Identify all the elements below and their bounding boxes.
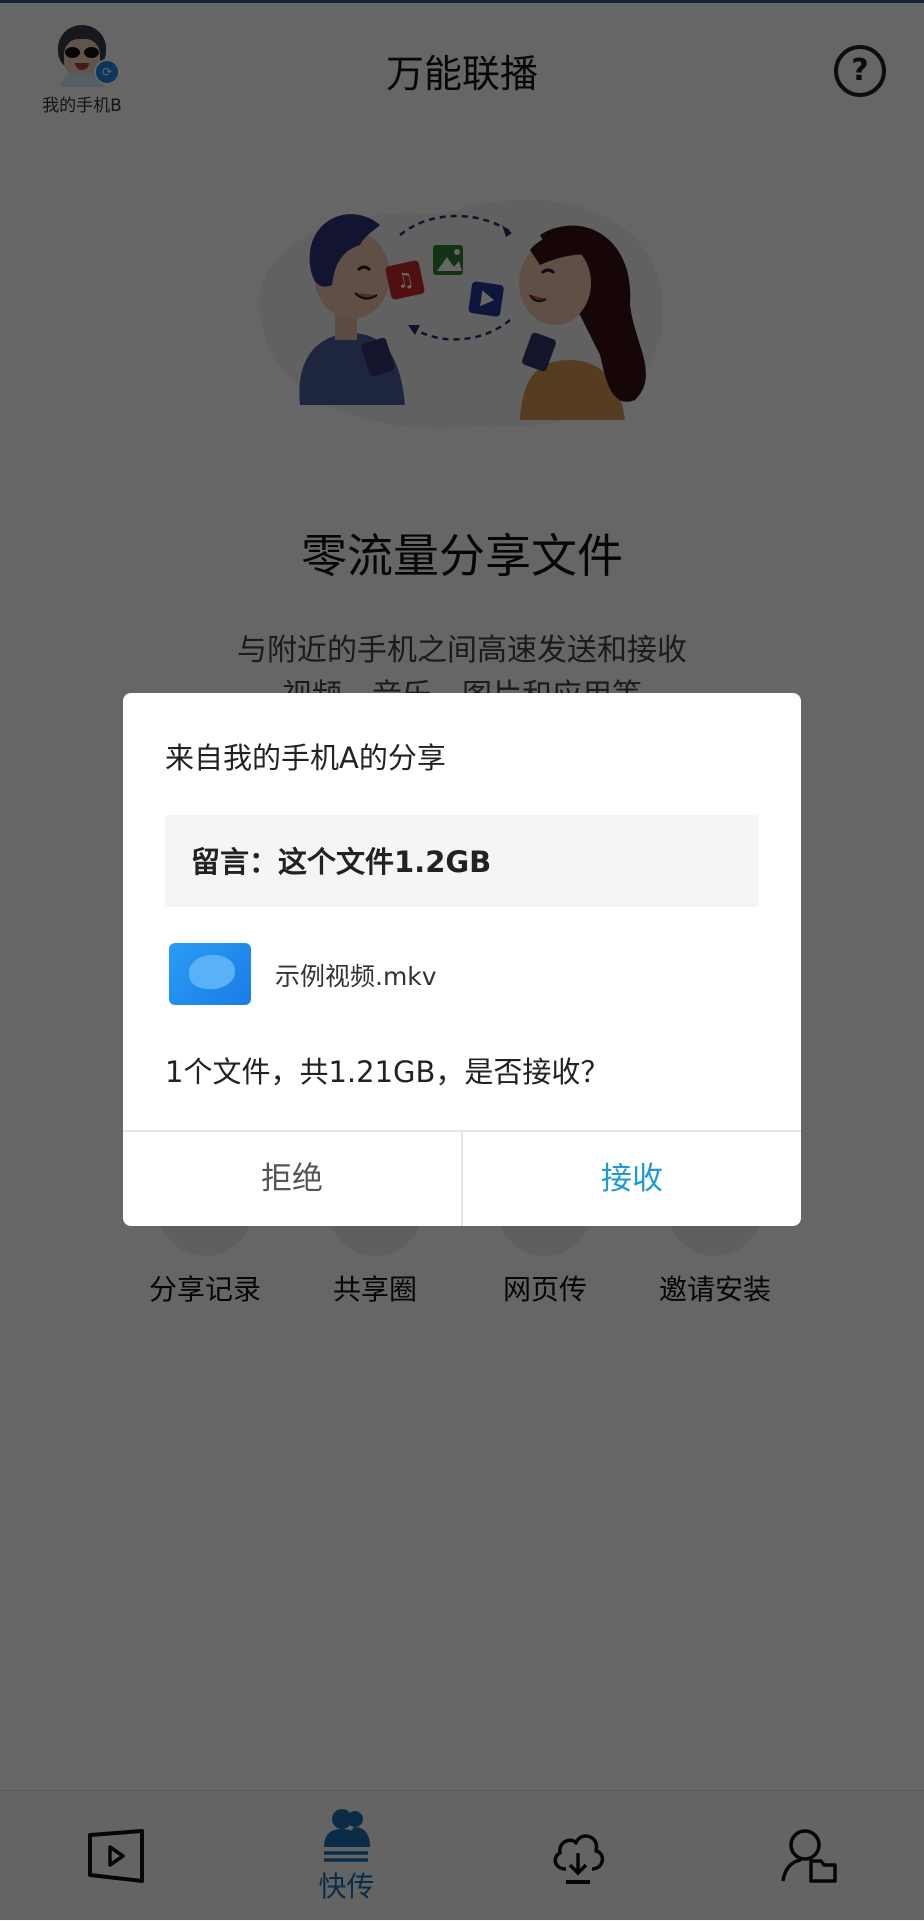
reject-button[interactable]: 拒绝 — [123, 1132, 463, 1226]
receive-question: 1个文件，共1.21GB，是否接收？ — [165, 1055, 610, 1089]
accept-button[interactable]: 接收 — [463, 1132, 801, 1226]
dialog-title: 来自我的手机A的分享 — [165, 741, 446, 775]
sender-message-box: 留言：这个文件1.2GB — [165, 815, 759, 907]
receive-file-dialog: 来自我的手机A的分享 留言：这个文件1.2GB 示例视频.mkv 1个文件，共1… — [123, 693, 801, 1226]
video-file-icon — [169, 943, 251, 1005]
sender-message: 留言：这个文件1.2GB — [191, 845, 492, 879]
dialog-buttons: 拒绝 接收 — [123, 1130, 801, 1226]
file-name: 示例视频.mkv — [275, 962, 437, 991]
